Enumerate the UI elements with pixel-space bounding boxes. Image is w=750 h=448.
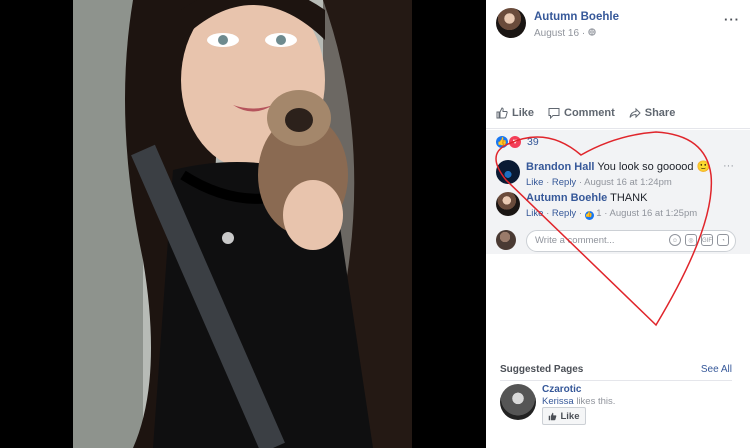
gif-icon[interactable]: GIF [701,234,713,246]
thumbs-up-icon [549,412,557,420]
reaction-count[interactable]: 39 [527,136,539,148]
suggested-page-name[interactable]: Czarotic [542,384,581,395]
page-like-button[interactable]: Like [542,407,586,425]
like-reaction-icon: 👍 [496,136,508,148]
thumbs-up-icon [496,107,508,119]
divider [500,380,732,381]
divider [486,128,750,129]
comment-like-link[interactable]: Like [526,177,543,188]
emoji-icon[interactable]: ☺ [669,234,681,246]
comment-body: Autumn Boehle THANK Like · Reply · 👍 1 ·… [526,192,736,220]
photo-viewer [0,0,486,448]
globe-icon [588,28,596,36]
comment-reply-link[interactable]: Reply [552,177,576,188]
friend-name[interactable]: Kerissa [542,396,574,407]
commenter-avatar[interactable] [496,192,520,216]
comments-section: 👍 ♥ 39 Brandon Hall You look so gooood 🙂… [486,130,750,254]
write-comment-row: Write a comment... ☺ ◎ GIF ◔ [496,230,740,252]
share-button[interactable]: Share [629,104,676,122]
comment-meta: Like · Reply · 👍 1 · August 16 at 1:25pm [526,208,698,220]
current-user-avatar [496,230,516,250]
comment-time[interactable]: · August 16 at 1:24pm [576,177,672,188]
suggested-pages: Suggested Pages See All Czarotic Kerissa… [486,358,750,448]
post-photo[interactable] [73,0,412,448]
comment-reply-link[interactable]: Reply [552,208,576,219]
comment-text: You look so gooood 🙂 [597,161,711,173]
comment-input[interactable]: Write a comment... ☺ ◎ GIF ◔ [526,230,736,252]
comment-button[interactable]: Comment [548,104,615,122]
author-name[interactable]: Autumn Boehle [534,11,619,23]
post-options-button[interactable]: ··· [724,12,740,27]
commenter-avatar[interactable] [496,160,520,184]
share-icon [629,107,641,119]
comment-input-placeholder: Write a comment... [535,235,615,246]
post-sidebar: Autumn Boehle August 16 · ··· Like Comme… [486,0,750,448]
reactions-summary[interactable]: 👍 ♥ 39 [496,136,539,148]
camera-icon[interactable]: ◎ [685,234,697,246]
suggested-pages-title: Suggested Pages [500,364,584,375]
share-label: Share [644,107,676,119]
comment-input-icons: ☺ ◎ GIF ◔ [669,234,729,246]
post-action-bar: Like Comment Share [496,104,740,122]
like-button[interactable]: Like [496,104,534,122]
comment-meta: Like · Reply · August 16 at 1:24pm [526,177,672,188]
commenter-name[interactable]: Autumn Boehle [526,192,607,204]
comment-time[interactable]: · August 16 at 1:25pm [602,208,697,219]
comment-label: Comment [564,107,615,119]
comment-icon [548,108,560,119]
comment-text: THANK [610,192,648,204]
likes-text: likes this. [573,396,616,407]
suggested-page-avatar[interactable] [500,384,536,420]
comment-body: Brandon Hall You look so gooood 🙂 Like ·… [526,160,736,188]
commenter-name[interactable]: Brandon Hall [526,161,594,173]
like-reaction-icon: 👍 [584,211,594,220]
suggested-page-social: Kerissa likes this. [542,396,615,407]
post-date: August 16 · [534,28,596,39]
comment-options-button[interactable]: ··· [723,160,734,172]
author-avatar[interactable] [496,8,526,38]
like-label: Like [512,107,535,119]
sticker-icon[interactable]: ◔ [717,234,729,246]
love-reaction-icon: ♥ [509,136,521,148]
post-header: Autumn Boehle August 16 · ··· [496,8,740,42]
post-date-text[interactable]: August 16 · [534,28,588,39]
comment-like-link[interactable]: Like [526,208,543,219]
photo-illustration [73,0,412,448]
page-like-label: Like [560,410,580,422]
see-all-link[interactable]: See All [701,364,732,375]
